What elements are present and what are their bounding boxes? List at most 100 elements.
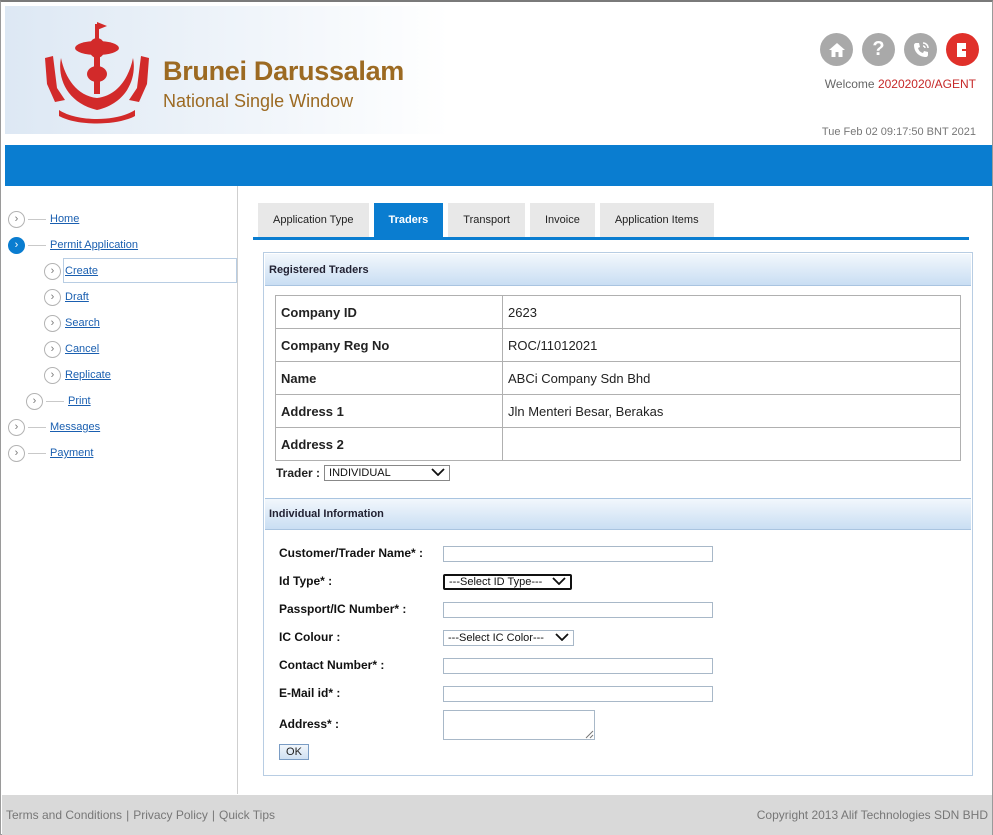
row-value <box>502 427 961 461</box>
chevron-right-icon: › <box>44 314 61 332</box>
registered-traders-header: Registered Traders <box>265 254 971 286</box>
sidebar: › Home › Permit Application › Create › D… <box>5 186 238 794</box>
row-label: Address 2 <box>275 427 503 461</box>
chevron-right-icon: › <box>44 262 61 280</box>
id-type-label: Id Type* : <box>279 574 333 588</box>
row-label: Name <box>275 361 503 395</box>
sidebar-link-replicate[interactable]: Replicate <box>65 369 111 381</box>
sidebar-item-permit-application[interactable]: › Permit Application <box>8 235 138 255</box>
logout-icon[interactable] <box>946 33 979 66</box>
footer-links: Terms and Conditions | Privacy Policy | Quic… <box>6 808 275 822</box>
sidebar-item-draft[interactable]: › Draft <box>44 287 89 307</box>
ic-colour-value: ---Select IC Color--- <box>448 632 544 644</box>
sidebar-link-draft[interactable]: Draft <box>65 291 89 303</box>
tab-underline <box>253 237 969 240</box>
sidebar-link-home[interactable]: Home <box>50 213 79 225</box>
email-input[interactable] <box>443 686 713 702</box>
registered-traders-table: Company ID 2623 Company Reg No ROC/11012… <box>275 295 961 461</box>
footer: Terms and Conditions | Privacy Policy | Quic… <box>2 795 992 835</box>
table-row: Name ABCi Company Sdn Bhd <box>275 361 961 395</box>
customer-name-label: Customer/Trader Name* : <box>279 546 424 560</box>
brand-title: Brunei Darussalam <box>163 56 404 86</box>
tab-transport[interactable]: Transport <box>448 203 525 237</box>
chevron-right-icon: › <box>8 210 25 228</box>
header-icon-bar: ? <box>820 33 979 66</box>
sidebar-item-search[interactable]: › Search <box>44 313 100 333</box>
phone-icon[interactable] <box>904 33 937 66</box>
customer-name-input[interactable] <box>443 546 713 562</box>
sidebar-item-messages[interactable]: › Messages <box>8 417 100 437</box>
trader-label: Trader : <box>276 466 321 480</box>
copyright-text: Copyright 2013 Alif Technologies SDN BHD <box>756 808 988 822</box>
tab-application-items[interactable]: Application Items <box>599 203 714 237</box>
sidebar-item-create[interactable]: › Create <box>44 261 98 281</box>
address-label: Address* : <box>279 717 340 731</box>
id-type-select[interactable]: ---Select ID Type--- <box>443 574 572 590</box>
brunei-emblem-icon <box>45 22 149 124</box>
blue-menu-bar <box>5 145 992 186</box>
home-icon[interactable] <box>820 33 853 66</box>
sidebar-link-cancel[interactable]: Cancel <box>65 343 99 355</box>
browser-frame: Brunei Darussalam National Single Window… <box>0 0 993 835</box>
tab-invoice[interactable]: Invoice <box>529 203 595 237</box>
chevron-right-icon: › <box>8 444 25 462</box>
sidebar-item-cancel[interactable]: › Cancel <box>44 339 99 359</box>
chevron-right-icon: › <box>44 288 61 306</box>
server-datetime: Tue Feb 02 09:17:50 BNT 2021 <box>821 126 976 138</box>
row-value: 2623 <box>502 295 961 329</box>
brand-subtitle: National Single Window <box>163 91 354 111</box>
row-value: ABCi Company Sdn Bhd <box>502 361 961 395</box>
sidebar-link-payment[interactable]: Payment <box>50 447 93 459</box>
sidebar-link-permit-application[interactable]: Permit Application <box>50 239 138 251</box>
row-value: Jln Menteri Besar, Berakas <box>502 394 961 428</box>
sidebar-link-print[interactable]: Print <box>68 395 91 407</box>
row-label: Company Reg No <box>275 328 503 362</box>
application-tabs: Application Type Traders Transport Invoi… <box>258 203 714 237</box>
sidebar-link-search[interactable]: Search <box>65 317 100 329</box>
ic-colour-select[interactable]: ---Select IC Color--- <box>443 630 574 646</box>
passport-ic-input[interactable] <box>443 602 713 618</box>
table-row: Company Reg No ROC/11012021 <box>275 328 961 362</box>
chevron-down-icon <box>555 633 569 643</box>
footer-link-quick-tips[interactable]: Quick Tips <box>219 808 275 822</box>
individual-info-header: Individual Information <box>265 498 971 530</box>
resize-handle-icon[interactable] <box>584 729 594 739</box>
sidebar-item-replicate[interactable]: › Replicate <box>44 365 111 385</box>
row-label: Address 1 <box>275 394 503 428</box>
tab-traders[interactable]: Traders <box>373 203 444 237</box>
chevron-right-icon: › <box>26 392 43 410</box>
table-row: Address 2 <box>275 427 961 461</box>
ok-button[interactable]: OK <box>279 744 309 760</box>
footer-separator: | <box>126 808 130 822</box>
chevron-down-icon <box>431 468 445 478</box>
id-type-value: ---Select ID Type--- <box>449 576 543 588</box>
tab-application-type[interactable]: Application Type <box>258 203 369 237</box>
welcome-prefix: Welcome <box>824 77 878 91</box>
chevron-right-icon: › <box>8 236 25 254</box>
trader-type-value: INDIVIDUAL <box>329 467 391 479</box>
help-icon[interactable]: ? <box>862 33 895 66</box>
table-row: Address 1 Jln Menteri Besar, Berakas <box>275 394 961 428</box>
contact-number-label: Contact Number* : <box>279 658 385 672</box>
chevron-down-icon <box>552 577 566 587</box>
address-textarea[interactable] <box>443 710 595 740</box>
footer-link-terms[interactable]: Terms and Conditions <box>6 808 122 822</box>
sidebar-item-home[interactable]: › Home <box>8 209 79 229</box>
sidebar-link-messages[interactable]: Messages <box>50 421 100 433</box>
chevron-right-icon: › <box>8 418 25 436</box>
sidebar-item-print[interactable]: › Print <box>26 391 91 411</box>
header: Brunei Darussalam National Single Window… <box>5 6 992 138</box>
row-value: ROC/11012021 <box>502 328 961 362</box>
sidebar-link-create[interactable]: Create <box>65 265 98 277</box>
welcome-user: 20202020/AGENT <box>877 77 976 91</box>
ic-colour-label: IC Colour : <box>279 630 341 644</box>
welcome-text: Welcome 20202020/AGENT <box>825 77 976 91</box>
chevron-right-icon: › <box>44 340 61 358</box>
passport-ic-label: Passport/IC Number* : <box>279 602 407 616</box>
table-row: Company ID 2623 <box>275 295 961 329</box>
sidebar-item-payment[interactable]: › Payment <box>8 443 93 463</box>
contact-number-input[interactable] <box>443 658 713 674</box>
trader-type-row: Trader : INDIVIDUAL <box>276 465 451 481</box>
trader-type-select[interactable]: INDIVIDUAL <box>324 465 451 481</box>
footer-link-privacy[interactable]: Privacy Policy <box>133 808 208 822</box>
